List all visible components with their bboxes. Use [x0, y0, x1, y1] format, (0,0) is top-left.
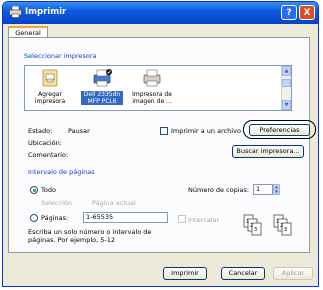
pages-label: Páginas: — [41, 214, 69, 222]
page-range-title: Intervalo de páginas — [28, 168, 95, 176]
scroll-up-icon[interactable]: ▲ — [282, 66, 291, 76]
location-label: Ubicación: — [28, 139, 62, 147]
all-pages-label: Todo — [41, 186, 56, 194]
svg-text:3: 3 — [254, 227, 257, 233]
scroll-thumb[interactable] — [282, 79, 291, 87]
printer-list: Agregar impresora Dell 2335dn MFP PCL6 I… — [24, 65, 292, 111]
printer-label: Agregar impresora — [34, 91, 66, 105]
copies-spinner[interactable]: ▲ ▼ — [273, 184, 280, 195]
status-label: Estado: — [28, 127, 53, 135]
svg-text:2: 2 — [280, 223, 283, 229]
collate-label: Intercalar — [188, 216, 220, 224]
help-button[interactable]: ? — [281, 5, 297, 20]
status-value: Pausar — [68, 127, 90, 135]
print-button[interactable]: Imprimir — [163, 267, 207, 280]
printer-icon — [9, 5, 22, 20]
title-bar[interactable]: Imprimir ? X — [3, 2, 318, 24]
svg-text:1: 1 — [276, 219, 279, 225]
all-pages-radio[interactable] — [30, 186, 38, 194]
collate-checkbox[interactable] — [178, 215, 186, 223]
selection-label: Selección — [41, 199, 72, 207]
printer-icon — [91, 69, 113, 90]
printer-label: Dell 2335dn MFP PCL6 — [81, 91, 123, 105]
printer-item-add[interactable]: Agregar impresora — [29, 68, 71, 105]
cancel-button[interactable]: Cancelar — [221, 267, 265, 280]
window-title: Imprimir — [25, 7, 67, 17]
select-printer-title: Seleccionar impresora — [24, 52, 97, 60]
scroll-down-icon[interactable]: ▼ — [282, 100, 291, 110]
pages-radio[interactable] — [30, 214, 38, 222]
copies-input[interactable]: 1 — [253, 184, 273, 195]
find-printer-button[interactable]: Buscar impresora... — [232, 145, 304, 158]
print-to-file-checkbox[interactable] — [160, 127, 168, 135]
add-printer-icon — [40, 69, 60, 90]
highlight-ring — [243, 120, 316, 139]
collate-pages-icon: 1 2 3 1 2 3 — [242, 213, 304, 241]
printer-item-dell[interactable]: Dell 2335dn MFP PCL6 — [81, 68, 123, 105]
close-button[interactable]: X — [299, 5, 315, 20]
svg-text:1: 1 — [246, 219, 249, 225]
apply-button[interactable]: Aplicar — [273, 267, 313, 280]
svg-text:2: 2 — [250, 223, 253, 229]
printer-label: Impresora de imagen de ... — [132, 91, 172, 105]
pages-input[interactable]: 1-65535 — [83, 212, 168, 223]
current-page-label: Página actual — [92, 199, 136, 207]
page-range-hint: Escriba un solo número o intervalo de pá… — [28, 228, 152, 244]
svg-text:3: 3 — [284, 227, 287, 233]
printer-item-image[interactable]: Impresora de imagen de ... — [131, 68, 173, 105]
image-printer-icon — [141, 69, 163, 90]
copies-label: Número de copias: — [188, 186, 250, 194]
print-to-file-label: Imprimir a un archivo — [171, 127, 241, 135]
comment-label: Comentario: — [28, 151, 69, 159]
printer-list-scrollbar[interactable]: ▲ ▼ — [281, 66, 291, 110]
